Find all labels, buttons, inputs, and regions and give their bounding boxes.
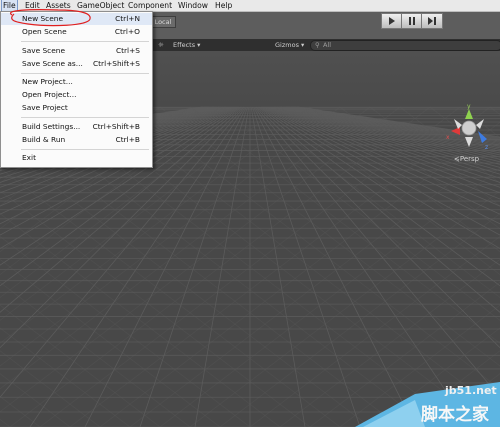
play-button[interactable] [381, 13, 403, 29]
menu-item-save-project[interactable]: Save Project [1, 102, 152, 114]
search-placeholder: All [323, 41, 332, 49]
menu-window[interactable]: Window [177, 0, 209, 11]
menu-separator [21, 149, 149, 150]
site-watermark: jb51.net 脚本之家 [355, 382, 500, 427]
scene-search-field[interactable]: ⚲ All [310, 40, 500, 51]
step-icon [428, 17, 436, 25]
play-icon [389, 17, 395, 25]
file-menu-dropdown: New Scene Ctrl+N Open Scene Ctrl+O Save Sc… [0, 11, 153, 168]
pause-button[interactable] [401, 13, 423, 29]
annotation-red-circle [9, 9, 91, 27]
scene-orientation-gizmo[interactable]: y x z [446, 103, 492, 153]
step-button[interactable] [421, 13, 443, 29]
menu-item-build-and-run[interactable]: Build & Run Ctrl+B [1, 134, 152, 146]
gizmo-y-label: y [467, 103, 471, 110]
search-icon: ⚲ [315, 41, 320, 49]
menu-item-exit[interactable]: Exit [1, 152, 152, 164]
watermark-url: jb51.net [445, 384, 497, 397]
projection-label[interactable]: ≼Persp [454, 155, 479, 163]
menu-item-new-project[interactable]: New Project... [1, 76, 152, 88]
menu-separator [21, 117, 149, 118]
watermark-title: 脚本之家 [421, 405, 489, 425]
menu-item-save-scene[interactable]: Save Scene Ctrl+S [1, 45, 152, 57]
gizmo-x-label: x [446, 134, 450, 141]
pause-icon [409, 17, 415, 25]
menu-item-open-project[interactable]: Open Project... [1, 89, 152, 101]
effects-dropdown[interactable]: Effects ▾ [173, 39, 200, 51]
menu-help[interactable]: Help [214, 0, 233, 11]
gizmos-dropdown[interactable]: Gizmos ▾ [275, 39, 304, 51]
menu-item-build-settings[interactable]: Build Settings... Ctrl+Shift+B [1, 121, 152, 133]
menu-separator [21, 73, 149, 74]
menu-separator [21, 41, 149, 42]
scene-lighting-toggle[interactable]: ☼ [158, 39, 164, 51]
menu-item-save-scene-as[interactable]: Save Scene as... Ctrl+Shift+S [1, 58, 152, 70]
gizmo-z-label: z [485, 144, 488, 151]
